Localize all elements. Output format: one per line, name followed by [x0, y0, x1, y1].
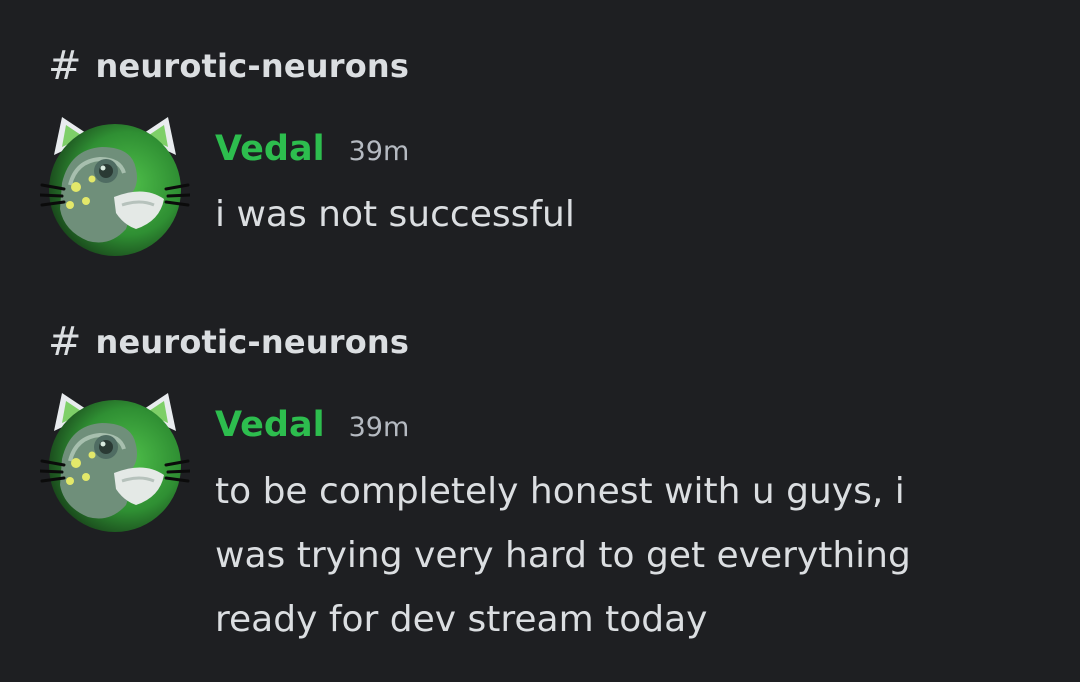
message-group: # neurotic-neurons: [0, 0, 1080, 682]
author-line: Vedal 39m: [215, 403, 409, 447]
timestamp[interactable]: 39m: [349, 406, 410, 450]
hash-icon: #: [48, 319, 82, 365]
channel-name[interactable]: neurotic-neurons: [96, 322, 410, 362]
channel-header[interactable]: # neurotic-neurons: [48, 322, 409, 362]
author-name[interactable]: Vedal: [215, 403, 325, 447]
avatar[interactable]: [40, 389, 190, 539]
message-text: to be completely honest with u guys, i w…: [215, 471, 911, 640]
